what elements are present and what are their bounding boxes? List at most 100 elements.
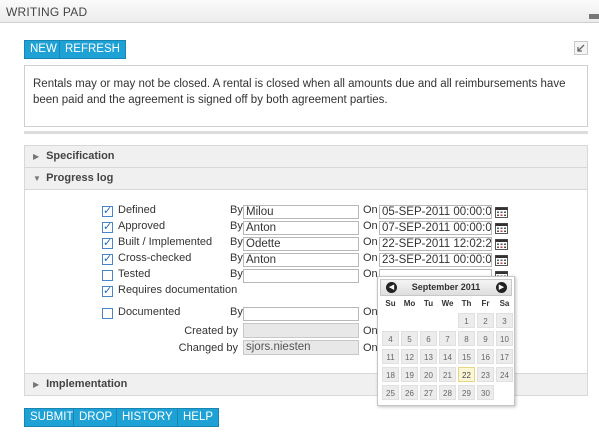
- section-specification-label: Specification: [46, 150, 115, 162]
- on-label: On: [363, 252, 378, 264]
- minimize-icon[interactable]: [589, 14, 599, 19]
- calendar-icon[interactable]: [495, 222, 508, 234]
- calendar-day[interactable]: 12: [401, 349, 418, 364]
- calendar-day[interactable]: 30: [477, 385, 494, 400]
- calendar-day[interactable]: 5: [401, 331, 418, 346]
- calendar-icon[interactable]: [495, 254, 508, 266]
- changed-on-label: On: [363, 342, 378, 354]
- calendar-day[interactable]: 20: [420, 367, 437, 382]
- by-input[interactable]: Anton: [243, 221, 359, 235]
- new-button[interactable]: NEW: [24, 40, 63, 59]
- on-label: On: [363, 236, 378, 248]
- chevron-down-icon: ▼: [33, 174, 41, 183]
- window-titlebar: WRITING PAD: [0, 0, 599, 23]
- submit-button[interactable]: SUBMIT: [24, 408, 80, 427]
- progress-checkbox[interactable]: [102, 284, 113, 297]
- calendar-day[interactable]: 1: [458, 313, 475, 328]
- calendar-day[interactable]: 2: [477, 313, 494, 328]
- chevron-right-icon[interactable]: ▶: [496, 282, 507, 293]
- on-input[interactable]: 23-SEP-2011 00:00:00: [379, 253, 492, 267]
- changed-by-label: Changed by: [178, 342, 238, 354]
- on-label: On: [363, 204, 378, 216]
- calendar-day[interactable]: 18: [382, 367, 399, 382]
- progress-label: Tested: [118, 268, 151, 280]
- section-divider: [24, 131, 588, 134]
- calendar-day[interactable]: 13: [420, 349, 437, 364]
- date-picker[interactable]: September 2011 ◀ ▶ Su Mo Tu We Th Fr Sa 1 2 3 4 5 6 7…: [377, 276, 515, 406]
- calendar-weekday: Sa: [499, 299, 510, 308]
- section-specification[interactable]: ▶ Specification: [24, 145, 588, 168]
- on-input[interactable]: 07-SEP-2011 00:00:00: [379, 221, 492, 235]
- section-progress-log[interactable]: ▼ Progress log: [24, 167, 588, 190]
- window-title: WRITING PAD: [6, 5, 88, 19]
- calendar-weekday: We: [441, 299, 454, 308]
- calendar-day[interactable]: 17: [496, 349, 513, 364]
- progress-label: Documented: [118, 306, 181, 318]
- calendar-day[interactable]: 24: [496, 367, 513, 382]
- calendar-day[interactable]: 26: [401, 385, 418, 400]
- on-input[interactable]: 22-SEP-2011 12:02:21: [379, 237, 492, 251]
- calendar-icon[interactable]: [495, 238, 508, 250]
- description-box: Rentals may or may not be closed. A rent…: [24, 65, 588, 127]
- drop-button[interactable]: DROP: [73, 408, 119, 427]
- chevron-right-icon: ▶: [33, 380, 40, 389]
- calendar-day[interactable]: 22: [458, 367, 475, 382]
- calendar-day[interactable]: 9: [477, 331, 494, 346]
- calendar-day[interactable]: 27: [420, 385, 437, 400]
- on-input[interactable]: 05-SEP-2011 00:00:00: [379, 205, 492, 219]
- created-on-label: On: [363, 325, 378, 337]
- calendar-day[interactable]: 14: [439, 349, 456, 364]
- calendar-weekday: Fr: [481, 299, 490, 308]
- calendar-day[interactable]: 6: [420, 331, 437, 346]
- progress-label: Cross-checked: [118, 252, 192, 264]
- chevron-left-icon[interactable]: ◀: [386, 282, 397, 293]
- calendar-icon[interactable]: [495, 206, 508, 218]
- calendar-day[interactable]: 3: [496, 313, 513, 328]
- progress-label: Defined: [118, 204, 156, 216]
- created-by-label: Created by: [184, 325, 238, 337]
- progress-label: Built / Implemented: [118, 236, 213, 248]
- by-label: By: [230, 204, 243, 216]
- created-by-field: [243, 323, 359, 338]
- by-input[interactable]: [243, 307, 359, 321]
- calendar-day[interactable]: 19: [401, 367, 418, 382]
- by-label: By: [230, 252, 243, 264]
- progress-label: Approved: [118, 220, 166, 232]
- calendar-day[interactable]: 4: [382, 331, 399, 346]
- calendar-day[interactable]: 29: [458, 385, 475, 400]
- progress-checkbox[interactable]: [102, 236, 113, 249]
- by-input[interactable]: Milou: [243, 205, 359, 219]
- on-label: On: [363, 268, 378, 280]
- calendar-day[interactable]: 8: [458, 331, 475, 346]
- by-input[interactable]: [243, 269, 359, 283]
- refresh-button[interactable]: REFRESH: [59, 40, 126, 59]
- calendar-weekday: Th: [461, 299, 472, 308]
- expand-icon[interactable]: [574, 41, 588, 55]
- calendar-day[interactable]: 7: [439, 331, 456, 346]
- progress-checkbox[interactable]: [102, 252, 113, 265]
- calendar-day[interactable]: 10: [496, 331, 513, 346]
- calendar-day[interactable]: 16: [477, 349, 494, 364]
- progress-checkbox[interactable]: [102, 270, 113, 281]
- calendar-day[interactable]: 15: [458, 349, 475, 364]
- on-label: On: [363, 306, 378, 318]
- by-label: By: [230, 306, 243, 318]
- calendar-day[interactable]: 11: [382, 349, 399, 364]
- calendar-weekday: Mo: [403, 299, 416, 308]
- history-button[interactable]: HISTORY: [116, 408, 179, 427]
- calendar-month-label: September 2011: [411, 282, 481, 292]
- calendar-day[interactable]: 28: [439, 385, 456, 400]
- chevron-right-icon: ▶: [33, 152, 40, 161]
- by-label: By: [230, 220, 243, 232]
- progress-checkbox[interactable]: [102, 308, 113, 319]
- by-input[interactable]: Anton: [243, 253, 359, 267]
- progress-checkbox[interactable]: [102, 204, 113, 217]
- on-label: On: [363, 220, 378, 232]
- by-label: By: [230, 268, 243, 280]
- calendar-day[interactable]: 23: [477, 367, 494, 382]
- progress-checkbox[interactable]: [102, 220, 113, 233]
- calendar-day[interactable]: 21: [439, 367, 456, 382]
- help-button[interactable]: HELP: [177, 408, 220, 427]
- calendar-day[interactable]: 25: [382, 385, 399, 400]
- by-input[interactable]: Odette: [243, 237, 359, 251]
